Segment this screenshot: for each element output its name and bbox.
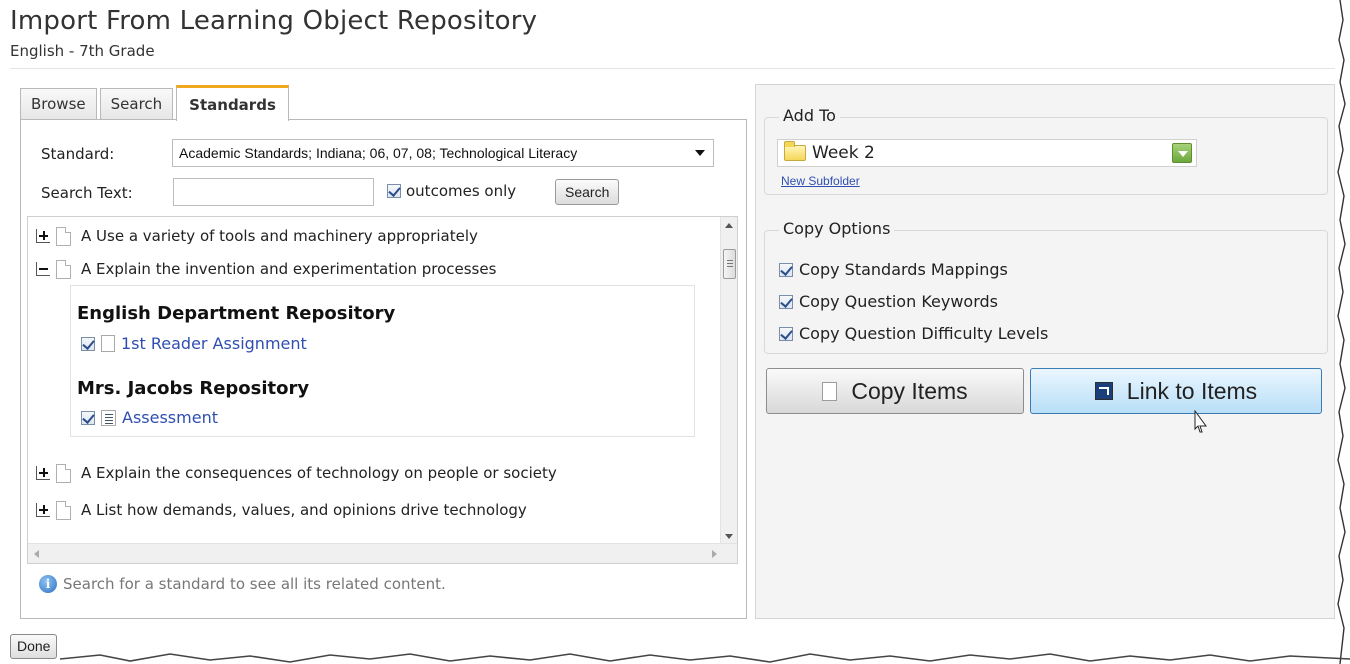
checkbox-icon[interactable]	[779, 326, 793, 341]
header-divider	[10, 68, 1335, 69]
option-label: Copy Question Keywords	[799, 292, 998, 311]
tree-item[interactable]: A Explain the invention and experimentat…	[36, 256, 496, 282]
horizontal-scrollbar[interactable]	[28, 543, 737, 563]
scroll-thumb[interactable]	[723, 249, 736, 279]
option-label: Copy Question Difficulty Levels	[799, 324, 1049, 343]
outcomes-only-label: outcomes only	[406, 182, 517, 200]
checkbox-icon[interactable]	[81, 410, 95, 425]
tree-item[interactable]: A List how demands, values, and opinions…	[36, 497, 527, 523]
copy-question-difficulty-option[interactable]: Copy Question Difficulty Levels	[779, 324, 1048, 343]
new-subfolder-link[interactable]: New Subfolder	[781, 174, 860, 188]
search-text-input[interactable]	[173, 178, 374, 206]
expand-plus-icon[interactable]	[36, 503, 50, 517]
standards-tree: A Use a variety of tools and machinery a…	[27, 216, 738, 564]
copy-items-button[interactable]: Copy Items	[766, 368, 1024, 414]
vertical-scrollbar[interactable]	[720, 217, 737, 545]
copy-items-label: Copy Items	[851, 377, 968, 404]
checkbox-icon[interactable]	[81, 336, 95, 351]
tree-item-label: A List how demands, values, and opinions…	[81, 501, 527, 519]
tab-standards[interactable]: Standards	[176, 85, 289, 121]
standard-label: Standard:	[41, 145, 115, 163]
scroll-up-icon[interactable]	[725, 223, 733, 228]
folder-icon	[784, 141, 806, 161]
document-icon	[56, 259, 71, 279]
add-to-group: Add To Week 2 New Subfolder	[764, 106, 1328, 195]
add-to-legend: Add To	[779, 106, 840, 125]
scroll-left-icon[interactable]	[34, 550, 39, 558]
dropdown-arrow-icon[interactable]	[1172, 143, 1192, 163]
scroll-right-icon[interactable]	[712, 550, 717, 558]
tree-item[interactable]: A Explain the consequences of technology…	[36, 460, 557, 486]
chevron-down-icon	[695, 150, 705, 156]
repository-item-link[interactable]: Assessment	[122, 408, 218, 427]
info-icon: i	[39, 575, 57, 593]
shortcut-link-icon	[1094, 382, 1113, 400]
collapse-minus-icon[interactable]	[36, 262, 50, 276]
scroll-down-icon[interactable]	[725, 534, 733, 539]
repository-item[interactable]: Assessment	[81, 408, 218, 427]
document-icon	[56, 463, 71, 483]
expand-plus-icon[interactable]	[36, 229, 50, 243]
hint-message: i Search for a standard to see all its r…	[39, 575, 446, 593]
mouse-cursor-icon	[1194, 410, 1207, 433]
copy-standards-mappings-option[interactable]: Copy Standards Mappings	[779, 260, 1008, 279]
search-button[interactable]: Search	[555, 179, 620, 205]
tree-item-label: A Use a variety of tools and machinery a…	[81, 227, 478, 245]
repository-name: Mrs. Jacobs Repository	[77, 378, 310, 399]
copy-question-keywords-option[interactable]: Copy Question Keywords	[779, 292, 998, 311]
page-title: Import From Learning Object Repository	[10, 6, 538, 36]
repository-item-link[interactable]: 1st Reader Assignment	[121, 334, 307, 353]
torn-edge-bottom	[60, 653, 1350, 663]
document-icon	[56, 500, 71, 520]
repository-name: English Department Repository	[77, 303, 396, 324]
folder-select[interactable]: Week 2	[777, 139, 1197, 167]
standard-select-value: Academic Standards; Indiana; 06, 07, 08;…	[179, 145, 578, 161]
copy-options-legend: Copy Options	[779, 219, 895, 238]
tree-item[interactable]: A Use a variety of tools and machinery a…	[36, 223, 478, 249]
related-content-box: English Department Repository 1st Reader…	[70, 285, 695, 437]
tab-bar: Browse Search Standards	[20, 84, 292, 121]
torn-edge-right	[1337, 0, 1346, 664]
standards-panel: Standard: Academic Standards; Indiana; 0…	[20, 119, 747, 619]
option-label: Copy Standards Mappings	[799, 260, 1008, 279]
outcomes-only-checkbox[interactable]: outcomes only	[387, 182, 516, 200]
link-to-items-button[interactable]: Link to Items	[1030, 368, 1322, 414]
repository-item[interactable]: 1st Reader Assignment	[81, 334, 307, 353]
done-button[interactable]: Done	[10, 634, 58, 659]
document-icon	[56, 226, 71, 246]
assessment-icon	[101, 409, 116, 426]
expand-plus-icon[interactable]	[36, 466, 50, 480]
tab-search[interactable]: Search	[99, 88, 174, 120]
standard-select[interactable]: Academic Standards; Indiana; 06, 07, 08;…	[172, 139, 714, 167]
tree-item-label: A Explain the consequences of technology…	[81, 464, 557, 482]
checkbox-icon[interactable]	[779, 294, 793, 309]
search-text-label: Search Text:	[41, 184, 133, 202]
options-panel: Add To Week 2 New Subfolder Copy Options…	[755, 84, 1335, 619]
tree-item-label: A Explain the invention and experimentat…	[81, 260, 497, 278]
page-subtitle: English - 7th Grade	[10, 42, 155, 60]
checkbox-icon[interactable]	[387, 184, 401, 198]
link-to-items-label: Link to Items	[1126, 377, 1258, 404]
tab-browse[interactable]: Browse	[20, 88, 97, 120]
copy-icon	[818, 381, 838, 407]
checkbox-icon[interactable]	[779, 262, 793, 277]
hint-text: Search for a standard to see all its rel…	[63, 575, 446, 593]
copy-options-group: Copy Options Copy Standards Mappings Cop…	[764, 219, 1328, 354]
folder-select-value: Week 2	[812, 143, 875, 163]
document-icon	[101, 335, 115, 352]
